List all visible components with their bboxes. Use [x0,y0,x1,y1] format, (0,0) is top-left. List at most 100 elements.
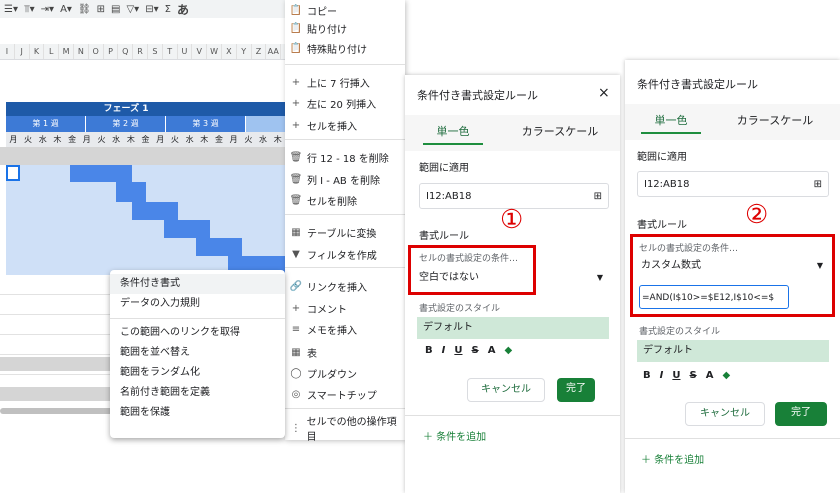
fill-color-icon[interactable]: ◆ [722,370,730,381]
insert-cells-icon: + [291,119,301,131]
menu-insert-note[interactable]: ≡ メモを挿入 [285,319,405,339]
cf-panel-2: 条件付き書式設定ルール 単一色 カラースケール 範囲に適用 I12:AB18 ⊞… [625,60,840,493]
column-letter[interactable]: J [15,44,30,59]
menu-paste[interactable]: 📋 貼り付け [285,18,405,38]
italic-icon[interactable]: I [442,345,446,356]
menu-copy[interactable]: 📋 コピー [285,0,405,20]
menu-comment[interactable]: + コメント [285,298,405,318]
filter-icon[interactable]: ▽▾ [126,4,139,15]
column-letter[interactable]: Z [252,44,267,59]
menu-insert-cells[interactable]: + セルを挿入 [285,115,405,135]
text-color-icon[interactable]: A [488,345,496,356]
done-button[interactable]: 完了 [775,402,827,426]
cancel-button[interactable]: キャンセル [467,378,545,402]
menu-named-range[interactable]: 名前付き範囲を定義 [110,383,285,403]
bold-icon[interactable]: B [425,345,433,356]
range-input[interactable]: I12:AB18 ⊞ [637,171,829,197]
menu-sort-range[interactable]: 範囲を並べ替え [110,343,285,363]
menu-get-link[interactable]: この範囲へのリンクを取得 [110,323,285,343]
comment-icon[interactable]: ⊞ [97,4,105,15]
selected-cell[interactable] [6,165,20,181]
menu-create-filter[interactable]: ▼ フィルタを作成 [285,244,405,264]
menu-label: 上に 7 行挿入 [307,78,370,90]
grid-select-icon[interactable]: ⊞ [594,184,602,210]
menu-delete-rows[interactable]: 🗑 行 12 - 18 を削除 [285,147,405,167]
menu-convert-table[interactable]: ▦ テーブルに変換 [285,222,405,242]
menu-label: フィルタを作成 [307,250,377,262]
gantt-bar [132,202,178,220]
menu-insert-cols[interactable]: + 左に 20 列挿入 [285,93,405,113]
column-letter[interactable]: P [104,44,119,59]
underline-icon[interactable]: U [672,370,680,381]
tab-single-color[interactable]: 単一色 [641,112,701,128]
grid-select-icon[interactable]: ⊞ [814,172,822,198]
chart-icon[interactable]: ▤ [111,4,120,15]
range-label: 範囲に適用 [419,163,469,174]
column-letter[interactable]: S [148,44,163,59]
range-value: I12:AB18 [426,191,472,202]
column-letter[interactable]: O [89,44,104,59]
menu-smart-chip[interactable]: ◎ スマートチップ [285,384,405,404]
column-letter[interactable]: M [59,44,74,59]
done-button[interactable]: 完了 [557,378,595,402]
menu-paste-special[interactable]: 📋 特殊貼り付け [285,38,405,58]
menu-delete-cells[interactable]: 🗑 セルを削除 [285,190,405,210]
style-preview[interactable]: デフォルト [417,317,609,339]
week-3: 第 3 週 [166,116,246,132]
column-letter[interactable]: AA [266,44,282,59]
align-icon[interactable]: ☰▾ [4,4,18,15]
column-letter[interactable]: Q [118,44,134,59]
column-letter[interactable]: L [44,44,60,59]
bold-icon[interactable]: B [643,370,651,381]
day-cell: 火 [170,135,179,144]
menu-conditional-format[interactable]: 条件付き書式 [110,274,285,294]
menu-randomize-range[interactable]: 範囲をランダム化 [110,363,285,383]
menu-protect-range[interactable]: 範囲を保護 [110,403,285,423]
column-letter[interactable]: K [30,44,45,59]
menu-dropdown[interactable]: ◯ プルダウン [285,363,405,383]
wrap-icon[interactable]: ⇥▾ [41,4,54,15]
column-letter[interactable]: W [207,44,222,59]
close-icon[interactable]: × [598,85,610,101]
valign-icon[interactable]: ⫪▾ [24,4,35,15]
menu-insert-rows[interactable]: + 上に 7 行挿入 [285,72,405,92]
column-letter[interactable]: X [222,44,237,59]
week-4 [246,116,286,132]
style-preview[interactable]: デフォルト [637,340,829,362]
menu-data-validation[interactable]: データの入力規則 [110,294,285,314]
italic-icon[interactable]: I [660,370,664,381]
menu-insert-link[interactable]: 🔗 リンクを挿入 [285,276,405,296]
text-color-icon[interactable]: A▾ [60,4,72,15]
fill-color-icon[interactable]: ◆ [504,345,512,356]
column-letter[interactable]: T [163,44,178,59]
create-filter-icon: ▼ [292,248,300,260]
column-letter[interactable]: Y [237,44,252,59]
rules-label: 書式ルール [637,220,687,231]
column-letter[interactable]: R [133,44,148,59]
link-icon[interactable]: ⛓ [78,4,91,15]
filter-views-icon[interactable]: ⊟▾ [145,4,158,15]
add-rule-button[interactable]: ＋ 条件を追加 [423,428,486,443]
strikethrough-icon[interactable]: S [471,345,478,356]
add-rule-button[interactable]: ＋ 条件を追加 [641,451,704,466]
tab-color-scale[interactable]: カラースケール [515,123,605,139]
column-letter[interactable]: I [0,44,15,59]
tab-color-scale[interactable]: カラースケール [730,112,820,128]
horizontal-scrollbar[interactable] [0,408,120,414]
menu-more-cell-actions[interactable]: ⋮ セルでの他の操作項目 [285,417,405,443]
menu-delete-cols[interactable]: 🗑 列 I - AB を削除 [285,169,405,189]
text-color-icon[interactable]: A [706,370,714,381]
gantt-area[interactable] [6,165,286,275]
cancel-button[interactable]: キャンセル [685,402,765,426]
menu-label: セルでの他の操作項目 [306,417,397,443]
function-icon[interactable]: Σ [165,4,171,15]
tab-single-color[interactable]: 単一色 [423,123,483,139]
input-tools-icon[interactable]: あ [177,1,189,18]
column-letter[interactable]: V [192,44,208,59]
menu-label: 左に 20 列挿入 [307,99,377,111]
column-letter[interactable]: N [74,44,89,59]
underline-icon[interactable]: U [454,345,462,356]
menu-table[interactable]: ▦ 表 [285,342,405,362]
column-letter[interactable]: U [178,44,193,59]
strikethrough-icon[interactable]: S [689,370,696,381]
